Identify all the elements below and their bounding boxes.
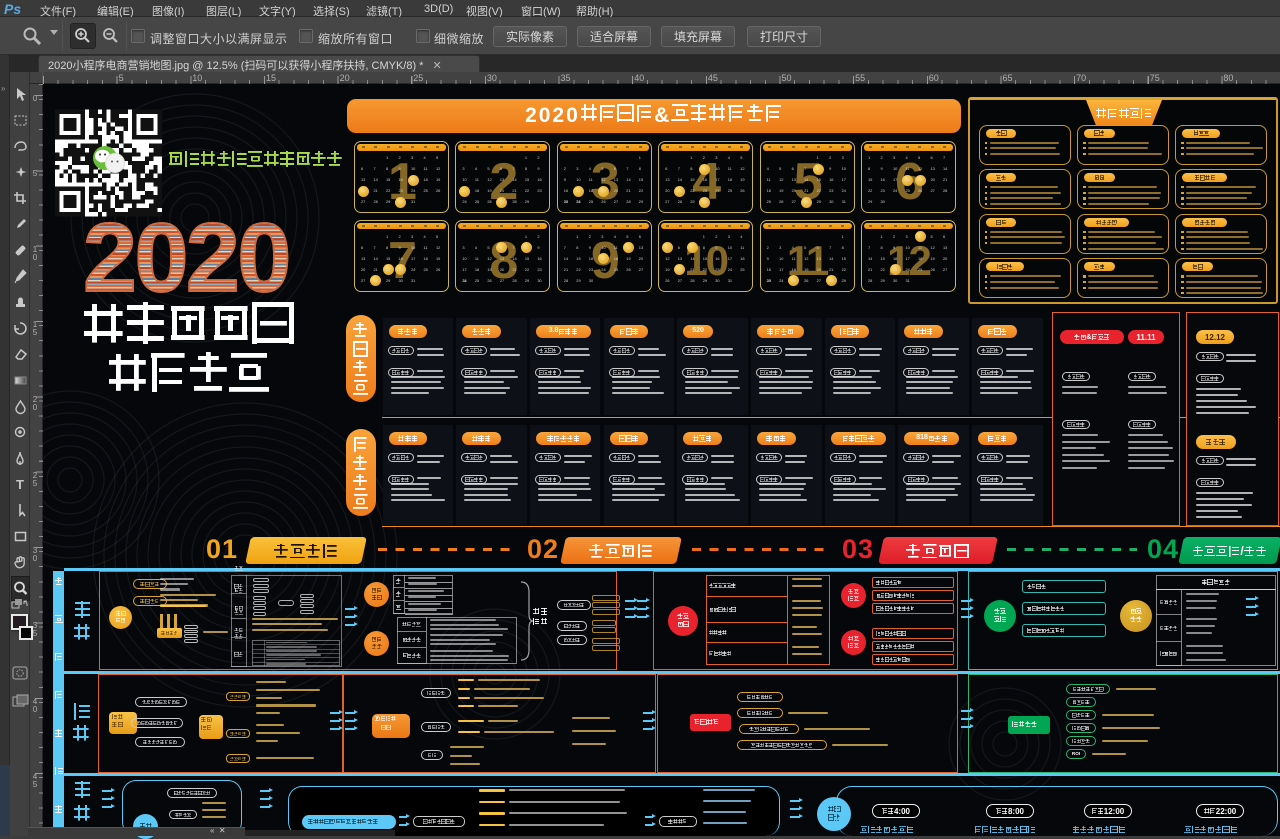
svg-text:T: T bbox=[16, 477, 24, 492]
